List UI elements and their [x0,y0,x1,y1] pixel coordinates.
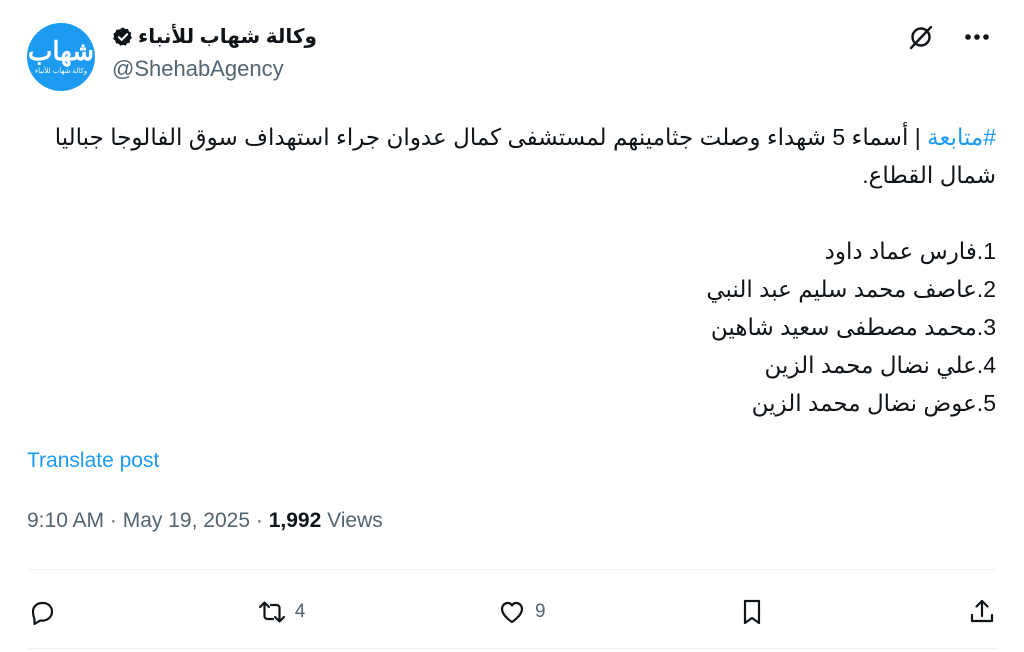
share-icon [967,597,997,627]
tweet-intro: | أسماء 5 شهداء وصلت جثامينهم لمستشفى كم… [54,124,996,188]
display-name[interactable]: وكالة شهاب للأنباء [138,24,317,49]
views-count: 1,992 [268,509,322,532]
list-item: 4.علي نضال محمد الزين [764,352,996,378]
translate-post-link[interactable]: Translate post [27,449,159,473]
list-item: 1.فارس عماد داود [824,238,996,264]
tweet-text: #متابعة | أسماء 5 شهداء وصلت جثامينهم لم… [28,118,996,422]
hashtag-link[interactable]: #متابعة [927,124,996,150]
grok-icon[interactable] [906,22,936,52]
post-date[interactable]: May 19, 2025 [123,509,250,532]
more-icon[interactable] [962,22,992,52]
retweet-icon [257,597,287,627]
share-button[interactable] [967,597,997,627]
avatar-logo: شهاب [27,36,95,67]
retweet-button[interactable]: 4 [257,597,306,627]
like-count: 9 [534,601,546,622]
display-name-row[interactable]: وكالة شهاب للأنباء [112,24,317,49]
meta-separator: · [109,509,117,532]
like-icon [497,597,527,627]
avatar-logo-subtitle: وكالة شهاب للأنباء [34,67,88,75]
divider [27,569,997,570]
like-button[interactable]: 9 [497,597,546,627]
reply-button[interactable] [27,597,65,627]
reply-icon [27,597,57,627]
verified-badge-icon [112,26,134,48]
retweet-count: 4 [294,601,306,622]
top-actions [906,22,992,52]
list-item: 2.عاصف محمد سليم عبد النبي [706,276,996,302]
views-label: Views [327,509,383,532]
bookmark-icon [737,597,767,627]
action-bar: 4 9 [27,590,997,634]
meta-separator: · [255,509,263,532]
post-meta: 9:10 AM · May 19, 2025 · 1,992 Views [27,509,383,533]
post-time[interactable]: 9:10 AM [27,509,104,532]
list-item: 5.عوض نضال محمد الزين [751,390,996,416]
list-item: 3.محمد مصطفى سعيد شاهين [710,314,996,340]
divider [27,648,997,649]
handle[interactable]: @ShehabAgency [112,56,284,82]
avatar[interactable]: شهاب وكالة شهاب للأنباء [27,23,95,91]
bookmark-button[interactable] [737,597,775,627]
